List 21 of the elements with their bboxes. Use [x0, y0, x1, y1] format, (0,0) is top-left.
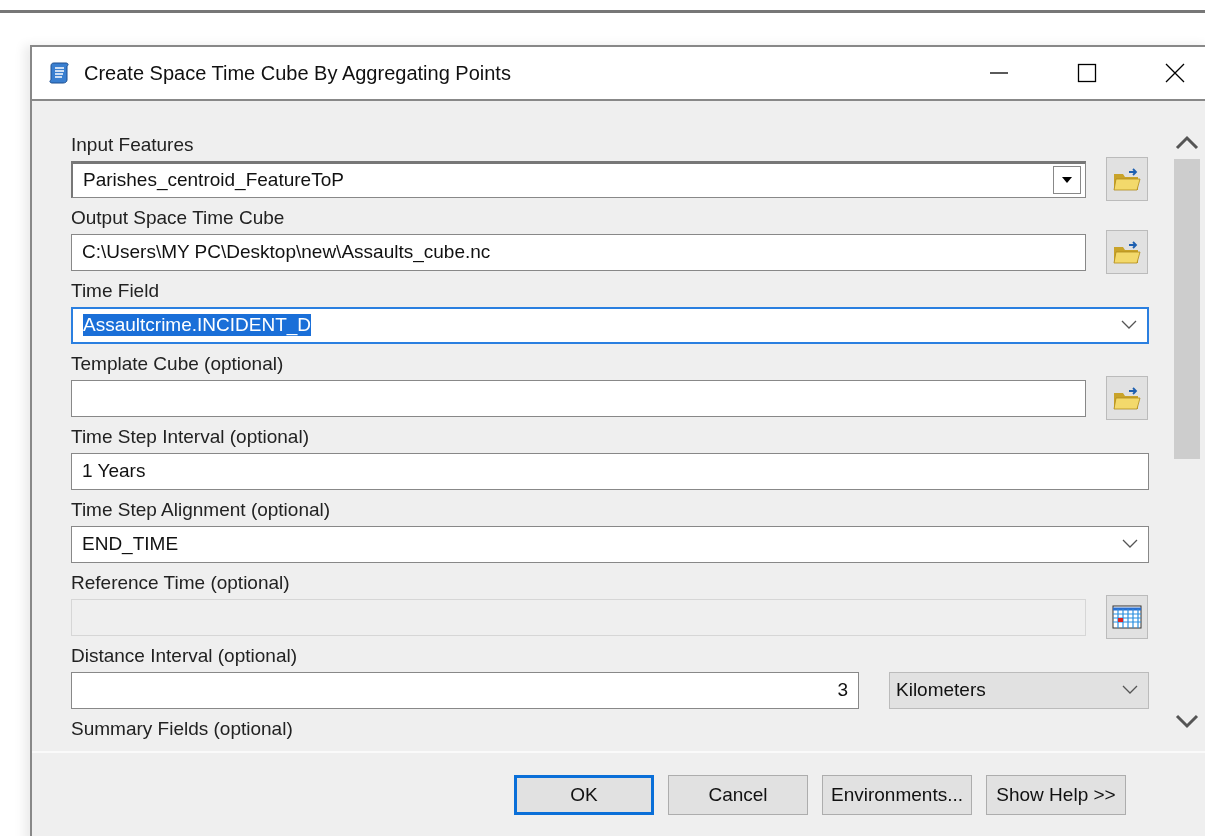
parameter-label: Template Cube (optional)	[71, 352, 284, 376]
parameter-label: Time Step Alignment (optional)	[71, 498, 331, 522]
parameter-label: Summary Fields (optional)	[71, 717, 293, 741]
dialog-button[interactable]: OK	[514, 775, 654, 815]
unit-dropdown[interactable]: Kilometers	[889, 671, 1149, 709]
parameter-label: Output Space Time Cube	[71, 206, 285, 230]
parameter-label: Time Step Interval (optional)	[71, 425, 309, 449]
dropdown-field[interactable]: Assaultcrime.INCIDENT_D	[71, 306, 1149, 344]
parameter-label: Distance Interval (optional)	[71, 644, 297, 668]
dialog-button[interactable]: Cancel	[668, 775, 808, 815]
parameter-label: Input Features	[71, 133, 194, 157]
combo-box[interactable]: Parishes_centroid_FeatureToP	[71, 160, 1086, 198]
input-field[interactable]: C:\Users\MY PC\Desktop\new\Assaults_cube.nc	[71, 233, 1086, 271]
window-title: Create Space Time Cube By Aggregating Points	[84, 61, 511, 85]
parameter-label: Time Field	[71, 279, 159, 303]
input-field[interactable]: 3	[71, 671, 859, 709]
dialog-button[interactable]: Environments...	[822, 775, 972, 815]
parameter-label: Reference Time (optional)	[71, 571, 290, 595]
input-field[interactable]: 1 Years	[71, 452, 1149, 490]
dropdown-field[interactable]: END_TIME	[71, 525, 1149, 563]
dialog-button[interactable]: Show Help >>	[986, 775, 1126, 815]
